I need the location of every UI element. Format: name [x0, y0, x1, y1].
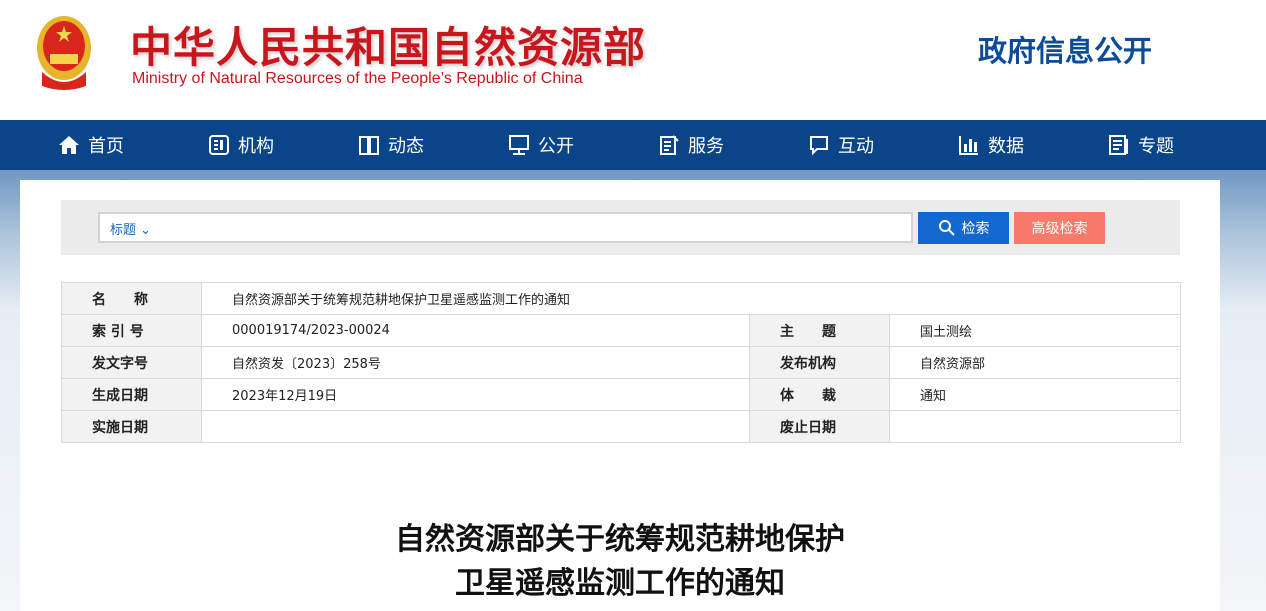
name-label: 名 称 [61, 282, 202, 315]
topic-value: 国土测绘 [889, 314, 1181, 347]
effective-label: 实施日期 [61, 410, 202, 443]
nav-label: 公开 [538, 136, 574, 157]
nav-open[interactable]: 公开 [508, 120, 658, 170]
docno-label: 发文字号 [61, 346, 202, 379]
search-scope-select[interactable]: 标题 ⌄ [110, 223, 151, 238]
table-row: 索 引 号 000019174/2023-00024 主 题国土测绘 [61, 314, 1181, 347]
gov-info-title[interactable]: 政府信息公开 [978, 28, 1152, 70]
issuer-value: 自然资源部 [889, 346, 1181, 379]
edit-icon [660, 135, 679, 155]
effective-value [201, 410, 750, 443]
search-bar: 标题 ⌄ 检索 高级检索 [61, 200, 1180, 255]
nav-data[interactable]: 数据 [958, 120, 1108, 170]
nav-label: 首页 [88, 136, 124, 157]
nav-service[interactable]: 服务 [658, 120, 808, 170]
document-title: 自然资源部关于统筹规范耕地保护 卫星遥感监测工作的通知 [20, 518, 1220, 606]
abolish-label: 废止日期 [749, 410, 890, 443]
nav-label: 动态 [388, 136, 424, 157]
nav-news[interactable]: 动态 [358, 120, 508, 170]
org-icon [209, 135, 229, 155]
nav-home[interactable]: 首页 [58, 120, 208, 170]
search-button[interactable]: 检索 [918, 212, 1009, 244]
abolish-value [889, 410, 1181, 443]
nav-label: 机构 [238, 136, 274, 157]
index-value: 000019174/2023-00024 [201, 314, 750, 347]
monitor-icon [509, 135, 529, 155]
nav-org[interactable]: 机构 [208, 120, 358, 170]
national-emblem-icon [37, 16, 91, 90]
table-row: 名 称自然资源部关于统筹规范耕地保护卫星遥感监测工作的通知 [61, 282, 1181, 315]
index-label: 索 引 号 [61, 314, 202, 347]
docno-value: 自然资发〔2023〕258号 [201, 346, 750, 379]
topic-icon [1109, 135, 1128, 155]
nav-label: 专题 [1138, 136, 1174, 157]
advanced-search-button[interactable]: 高级检索 [1014, 212, 1105, 244]
search-icon [938, 220, 955, 236]
site-header: 中华人民共和国自然资源部 Ministry of Natural Resourc… [0, 0, 1266, 120]
document-title-line1: 自然资源部关于统筹规范耕地保护 [395, 522, 845, 557]
table-row: 生成日期 2023年12月19日体 裁通知 [61, 378, 1181, 411]
genre-label: 体 裁 [749, 378, 890, 411]
nav-label: 数据 [988, 136, 1024, 157]
nav-label: 服务 [688, 136, 724, 157]
nav-topic[interactable]: 专题 [1108, 120, 1258, 170]
date-label: 生成日期 [61, 378, 202, 411]
content-panel: 标题 ⌄ 检索 高级检索 名 称自然资源部关于统筹规范耕地保护卫星遥感监测工作的… [20, 180, 1220, 611]
document-info-table: 名 称自然资源部关于统筹规范耕地保护卫星遥感监测工作的通知 索 引 号 00001… [61, 282, 1181, 443]
name-value: 自然资源部关于统筹规范耕地保护卫星遥感监测工作的通知 [201, 282, 1181, 315]
chevron-down-icon: ⌄ [140, 223, 152, 238]
site-title-cn: 中华人民共和国自然资源部 [130, 23, 647, 72]
site-title-en: Ministry of Natural Resources of the Peo… [132, 70, 583, 87]
document-title-line2: 卫星遥感监测工作的通知 [455, 566, 785, 601]
book-icon [359, 136, 379, 155]
issuer-label: 发布机构 [749, 346, 890, 379]
main-nav: 首页 机构 动态 公开 服务 互动 数据 专题 [0, 120, 1266, 170]
genre-value: 通知 [889, 378, 1181, 411]
search-input[interactable]: 标题 ⌄ [98, 212, 913, 243]
chat-icon [810, 136, 828, 156]
nav-interact[interactable]: 互动 [808, 120, 958, 170]
search-button-label: 检索 [961, 221, 990, 237]
nav-label: 互动 [838, 136, 874, 157]
topic-label: 主 题 [749, 314, 890, 347]
chart-icon [959, 136, 978, 155]
home-icon [59, 136, 79, 154]
table-row: 实施日期 废止日期 [61, 410, 1181, 443]
search-scope-label: 标题 [110, 223, 137, 238]
table-row: 发文字号 自然资发〔2023〕258号 发布机构 自然资源部 [61, 346, 1181, 379]
date-value: 2023年12月19日 [201, 378, 750, 411]
